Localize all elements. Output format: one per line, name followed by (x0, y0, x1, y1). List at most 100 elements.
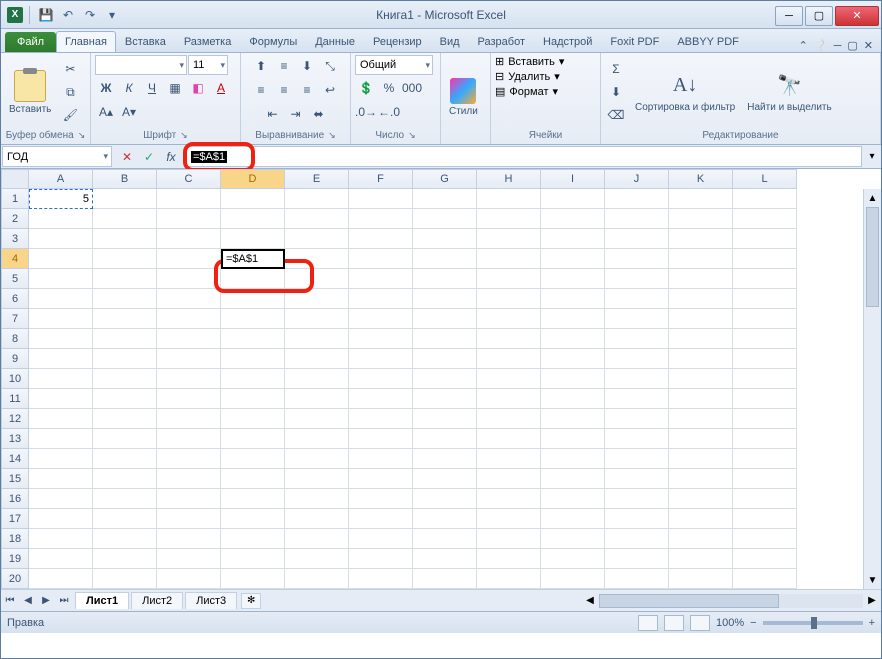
cell[interactable] (285, 369, 349, 389)
cell[interactable] (93, 269, 157, 289)
row-header[interactable]: 11 (1, 389, 29, 409)
row-header[interactable]: 4 (1, 249, 29, 269)
cell[interactable] (349, 469, 413, 489)
increase-font-button[interactable]: A▴ (95, 101, 117, 123)
cell[interactable] (605, 449, 669, 469)
wrap-text-button[interactable]: ↩ (319, 79, 341, 101)
border-button[interactable]: ▦ (164, 77, 186, 99)
cell[interactable] (285, 469, 349, 489)
cell[interactable] (349, 369, 413, 389)
mdi-restore-icon[interactable]: ▢ (847, 39, 857, 52)
cell[interactable] (541, 529, 605, 549)
cell[interactable] (157, 469, 221, 489)
cell[interactable] (285, 569, 349, 589)
cell[interactable] (477, 349, 541, 369)
cell[interactable] (29, 569, 93, 589)
row-header[interactable]: 3 (1, 229, 29, 249)
scroll-right-button[interactable]: ▶ (863, 595, 881, 606)
cell[interactable] (349, 269, 413, 289)
new-sheet-button[interactable]: ✻ (241, 593, 261, 609)
row-header[interactable]: 1 (1, 189, 29, 209)
cell[interactable] (541, 289, 605, 309)
cell[interactable] (93, 249, 157, 269)
cell[interactable] (285, 289, 349, 309)
cell[interactable] (157, 349, 221, 369)
cell[interactable] (29, 289, 93, 309)
align-top-button[interactable]: ⬆ (250, 55, 272, 77)
tab-home[interactable]: Главная (56, 31, 116, 52)
file-tab[interactable]: Файл (5, 32, 56, 52)
currency-button[interactable]: 💲 (355, 77, 377, 99)
cell[interactable] (285, 309, 349, 329)
cell[interactable] (733, 369, 797, 389)
tab-formulas[interactable]: Формулы (240, 31, 306, 52)
cell[interactable] (29, 369, 93, 389)
col-header-I[interactable]: I (541, 169, 605, 189)
cell[interactable] (605, 309, 669, 329)
cell[interactable] (29, 349, 93, 369)
tab-view[interactable]: Вид (431, 31, 469, 52)
row-header[interactable]: 15 (1, 469, 29, 489)
cell[interactable] (541, 469, 605, 489)
cell[interactable] (29, 269, 93, 289)
cell[interactable] (477, 569, 541, 589)
cell[interactable] (285, 189, 349, 209)
row-header[interactable]: 7 (1, 309, 29, 329)
cell[interactable] (541, 549, 605, 569)
cell[interactable] (349, 229, 413, 249)
cell[interactable] (29, 249, 93, 269)
cell[interactable] (349, 509, 413, 529)
cell[interactable] (349, 409, 413, 429)
cell[interactable] (541, 249, 605, 269)
cell[interactable] (733, 389, 797, 409)
row-header[interactable]: 12 (1, 409, 29, 429)
cell[interactable] (733, 569, 797, 589)
cell[interactable] (605, 209, 669, 229)
cell[interactable] (29, 549, 93, 569)
cell[interactable] (93, 429, 157, 449)
cell[interactable] (477, 509, 541, 529)
cell[interactable] (93, 229, 157, 249)
cell[interactable] (221, 549, 285, 569)
cell[interactable] (157, 229, 221, 249)
cell[interactable] (93, 309, 157, 329)
cell[interactable] (477, 269, 541, 289)
cell[interactable] (349, 569, 413, 589)
col-header-H[interactable]: H (477, 169, 541, 189)
cell[interactable] (93, 509, 157, 529)
format-painter-button[interactable]: 🖌 (59, 104, 81, 126)
cell[interactable] (157, 529, 221, 549)
cell[interactable] (221, 509, 285, 529)
row-header[interactable]: 6 (1, 289, 29, 309)
cell[interactable] (413, 489, 477, 509)
cell[interactable] (413, 209, 477, 229)
cell[interactable] (477, 429, 541, 449)
delete-cells-button[interactable]: ⊟ Удалить ▾ (495, 70, 596, 83)
cell[interactable] (733, 509, 797, 529)
zoom-level[interactable]: 100% (716, 617, 744, 629)
cell[interactable] (477, 309, 541, 329)
cell[interactable]: =$A$1 (221, 249, 285, 269)
increase-indent-button[interactable]: ⇥ (285, 103, 307, 125)
cell[interactable] (349, 449, 413, 469)
italic-button[interactable]: К (118, 77, 140, 99)
zoom-in-button[interactable]: + (869, 617, 875, 629)
cell[interactable] (413, 509, 477, 529)
cell[interactable] (93, 189, 157, 209)
cell[interactable] (733, 429, 797, 449)
scroll-up-button[interactable]: ▲ (864, 189, 881, 207)
align-right-button[interactable]: ≡ (296, 79, 318, 101)
cell[interactable] (669, 209, 733, 229)
cell[interactable] (93, 209, 157, 229)
cell[interactable] (669, 329, 733, 349)
cell[interactable] (541, 389, 605, 409)
vscroll-thumb[interactable] (866, 207, 879, 307)
cell[interactable] (157, 269, 221, 289)
cell[interactable] (541, 569, 605, 589)
cell[interactable] (733, 229, 797, 249)
cell[interactable] (285, 349, 349, 369)
cell[interactable] (477, 229, 541, 249)
cell[interactable] (477, 389, 541, 409)
cell[interactable] (541, 449, 605, 469)
row-header[interactable]: 5 (1, 269, 29, 289)
